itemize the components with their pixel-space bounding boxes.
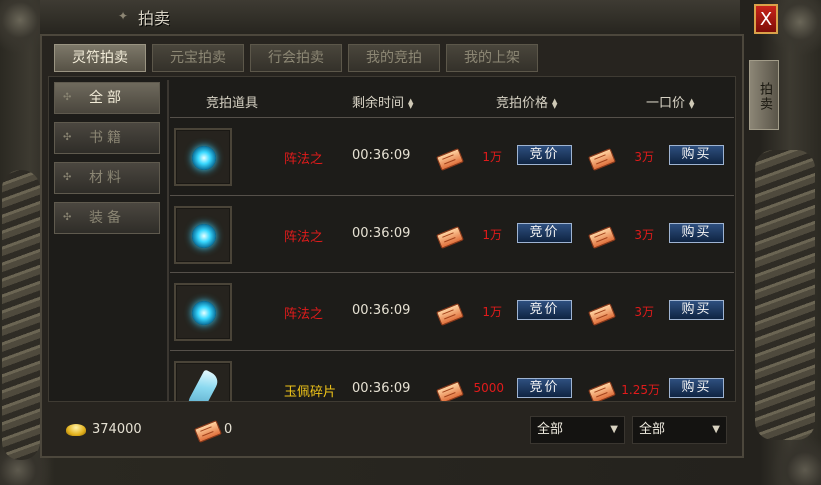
gold-ingot-icon [66, 424, 86, 436]
category-books[interactable]: 书籍 [54, 122, 160, 154]
footer-bar: 374000 0 全部 ▼ 全部 ▼ [48, 404, 736, 454]
title-bar[interactable]: ✦ 拍卖 [40, 0, 740, 36]
column-header-buyout-label: 一口价 [646, 96, 686, 111]
blue-orb-icon [192, 224, 216, 248]
remaining-time: 00:36:09 [352, 381, 411, 396]
title-ornament-icon: ✦ [118, 9, 129, 23]
buy-button[interactable]: 购买 [669, 300, 724, 320]
column-header-time-label: 剩余时间 [352, 96, 405, 111]
talisman-currency-icon [194, 420, 222, 443]
jade-shard-icon [185, 369, 221, 401]
side-tab-auction[interactable]: 拍卖 [749, 60, 779, 130]
column-header-bid-label: 竞拍价格 [496, 96, 549, 111]
remaining-time: 00:36:09 [352, 226, 411, 241]
bid-price: 1万 [482, 305, 502, 319]
blue-orb-icon [192, 301, 216, 325]
tab-my-listings[interactable]: 我的上架 [446, 44, 538, 72]
close-button[interactable]: X [754, 4, 778, 34]
window-title: 拍卖 [138, 9, 171, 28]
bid-price: 1万 [482, 150, 502, 164]
item-name: 阵法之 [284, 230, 324, 245]
filter-dropdown-2-value: 全部 [639, 422, 666, 437]
table-row[interactable]: 阵法之 00:36:09 1万 竞价 3万 购买 [170, 118, 734, 196]
column-header-time[interactable]: 剩余时间 ▲ ▼ [352, 92, 416, 111]
talisman-amount: 0 [224, 422, 233, 437]
item-name: 玉佩碎片 [284, 385, 336, 400]
item-name: 阵法之 [284, 152, 324, 167]
item-slot[interactable] [174, 283, 232, 341]
dragon-ornament-right [755, 150, 815, 440]
tab-talisman-auction[interactable]: 灵符拍卖 [54, 44, 146, 72]
column-header-item: 竞拍道具 [206, 96, 259, 111]
filter-dropdown-1-value: 全部 [537, 422, 564, 437]
filter-dropdown-2[interactable]: 全部 ▼ [632, 416, 727, 444]
filter-dropdown-1[interactable]: 全部 ▼ [530, 416, 625, 444]
chevron-down-icon: ▼ [712, 424, 720, 435]
dragon-ornament-left [2, 170, 40, 460]
category-all[interactable]: 全部 [54, 82, 160, 114]
buy-button[interactable]: 购买 [669, 223, 724, 243]
item-slot[interactable] [174, 206, 232, 264]
table-row[interactable]: 阵法之 00:36:09 1万 竞价 3万 购买 [170, 196, 734, 274]
column-header-bid[interactable]: 竞拍价格 ▲ ▼ [496, 92, 560, 111]
bid-button[interactable]: 竞价 [517, 223, 572, 243]
bid-button[interactable]: 竞价 [517, 378, 572, 398]
table-row[interactable]: 阵法之 00:36:09 1万 竞价 3万 购买 [170, 273, 734, 351]
tab-guild-auction[interactable]: 行会拍卖 [250, 44, 342, 72]
buy-button[interactable]: 购买 [669, 145, 724, 165]
remaining-time: 00:36:09 [352, 303, 411, 318]
buyout-price: 1.25万 [621, 383, 660, 397]
item-slot[interactable] [174, 128, 232, 186]
sort-arrows-icon[interactable]: ▲ ▼ [552, 97, 560, 109]
buyout-price: 3万 [634, 228, 654, 242]
category-materials[interactable]: 材料 [54, 162, 160, 194]
tab-ingot-auction[interactable]: 元宝拍卖 [152, 44, 244, 72]
bid-price: 1万 [482, 228, 502, 242]
chevron-down-icon: ▼ [610, 424, 618, 435]
bid-button[interactable]: 竞价 [517, 145, 572, 165]
item-name: 阵法之 [284, 307, 324, 322]
sort-arrows-icon[interactable]: ▲ ▼ [689, 97, 697, 109]
category-divider [167, 80, 169, 402]
sort-arrows-icon[interactable]: ▲ ▼ [408, 97, 416, 109]
tab-my-bids[interactable]: 我的竞拍 [348, 44, 440, 72]
remaining-time: 00:36:09 [352, 148, 411, 163]
gold-amount: 374000 [92, 422, 142, 437]
item-slot[interactable] [174, 361, 232, 401]
buy-button[interactable]: 购买 [669, 378, 724, 398]
bid-price: 5000 [473, 381, 504, 395]
buyout-price: 3万 [634, 150, 654, 164]
blue-orb-icon [192, 146, 216, 170]
table-row[interactable]: 玉佩碎片 00:36:09 5000 竞价 1.25万 购买 [170, 351, 734, 401]
category-equipment[interactable]: 装备 [54, 202, 160, 234]
column-header-buyout[interactable]: 一口价 ▲ ▼ [646, 92, 697, 111]
bid-button[interactable]: 竞价 [517, 300, 572, 320]
buyout-price: 3万 [634, 305, 654, 319]
